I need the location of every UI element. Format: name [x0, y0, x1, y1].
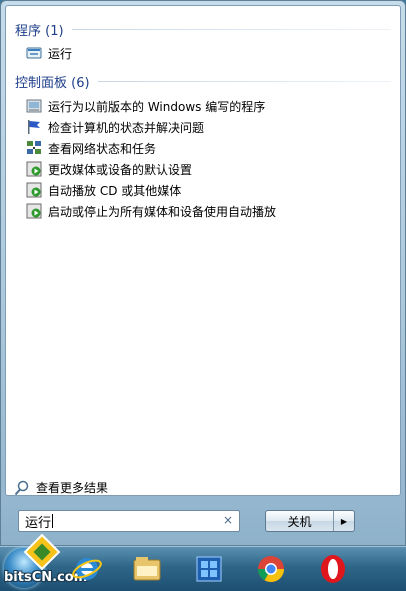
autoplay-icon: [26, 203, 42, 219]
result-item-compatibility[interactable]: 运行为以前版本的 Windows 编写的程序: [26, 96, 386, 116]
action-center-flag-icon: [28, 120, 40, 134]
search-input[interactable]: 运行 ×: [18, 510, 240, 532]
control-panel-header: 控制面板 (6): [15, 72, 391, 91]
shutdown-split-button: 关机 ▶: [265, 510, 355, 532]
bitscn-logo-icon: [23, 533, 61, 571]
result-item-action-center[interactable]: 检查计算机的状态并解决问题: [26, 117, 386, 137]
search-results-pane: 程序 (1) 运行 控制面板 (6) 运行为以前版本的 Windows 编写的程…: [5, 5, 401, 496]
result-item-autoplay-all[interactable]: 启动或停止为所有媒体和设备使用自动播放: [26, 201, 386, 221]
magnifier-icon: [14, 480, 29, 495]
result-item-network[interactable]: 查看网络状态和任务: [26, 138, 386, 158]
result-item-run[interactable]: 运行: [26, 43, 386, 63]
result-item-autoplay-cd[interactable]: 自动播放 CD 或其他媒体: [26, 180, 386, 200]
result-item-media-defaults[interactable]: 更改媒体或设备的默认设置: [26, 159, 386, 179]
run-icon: [26, 47, 42, 59]
start-menu: 程序 (1) 运行 控制面板 (6) 运行为以前版本的 Windows 编写的程…: [0, 0, 406, 546]
clear-search-icon[interactable]: ×: [223, 513, 233, 527]
shutdown-button[interactable]: 关机: [266, 511, 334, 531]
see-more-results-link[interactable]: 查看更多结果: [14, 479, 108, 496]
chrome-icon[interactable]: [254, 552, 288, 586]
autoplay-icon: [26, 161, 42, 177]
file-explorer-icon[interactable]: [130, 552, 164, 586]
opera-icon[interactable]: [316, 552, 350, 586]
programs-header: 程序 (1): [15, 20, 391, 39]
text-caret: [52, 514, 54, 528]
shutdown-options-arrow-icon[interactable]: ▶: [334, 511, 354, 531]
autoplay-icon: [26, 182, 42, 198]
compatibility-icon: [26, 99, 42, 113]
network-icon: [27, 141, 41, 154]
windows-media-center-icon[interactable]: [192, 552, 226, 586]
internet-explorer-icon[interactable]: [70, 552, 104, 586]
